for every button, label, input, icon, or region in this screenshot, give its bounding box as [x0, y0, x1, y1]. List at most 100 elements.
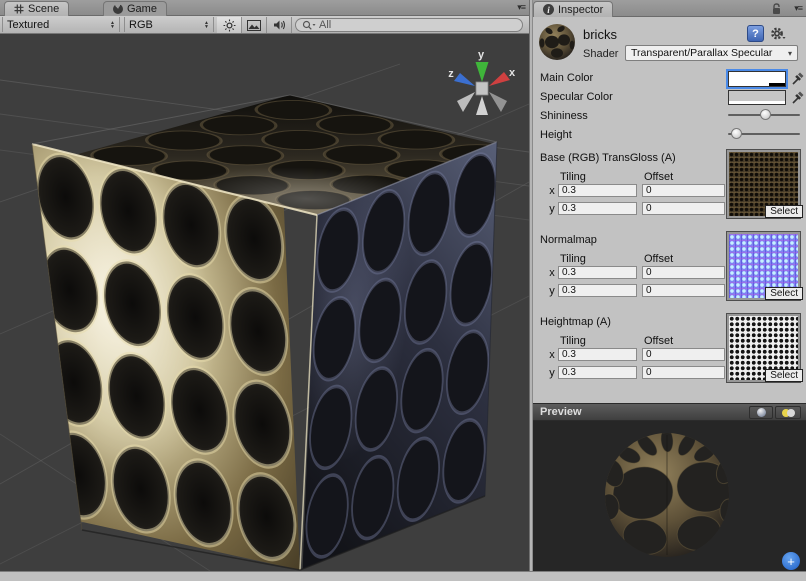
x-axis-label: x	[548, 185, 556, 197]
offset-header: Offset	[644, 171, 673, 183]
grid-icon	[14, 4, 24, 14]
offset-y-field[interactable]	[642, 284, 725, 297]
gizmo-y-axis[interactable]	[476, 62, 489, 82]
preview-shape-button[interactable]	[749, 406, 773, 419]
updown-arrows-icon: ▲▼	[104, 21, 115, 29]
scene-panel: Scene Game ▾≡ Textured ▲▼ RGB ▲▼	[0, 0, 529, 571]
sphere-preview-icon	[757, 408, 766, 417]
unity-editor-window: Scene Game ▾≡ Textured ▲▼ RGB ▲▼	[0, 0, 806, 581]
render-mode-value: Textured	[7, 19, 49, 31]
render-mode-dropdown[interactable]: Textured ▲▼	[2, 17, 120, 32]
help-icon[interactable]: ?	[747, 25, 764, 42]
height-label: Height	[540, 129, 572, 141]
tiling-x-field[interactable]	[558, 266, 637, 279]
y-axis-label: y	[548, 203, 556, 215]
gizmo-z-label: z	[448, 68, 454, 80]
gear-icon[interactable]	[769, 25, 786, 42]
material-preview-area[interactable]: +	[533, 421, 806, 571]
search-icon	[302, 20, 316, 31]
tiling-x-field[interactable]	[558, 184, 637, 197]
scene-tabbar: Scene Game ▾≡	[0, 0, 529, 16]
cube-object[interactable]	[6, 95, 529, 571]
tiling-y-field[interactable]	[558, 284, 637, 297]
scene-audio-toggle[interactable]	[267, 17, 292, 33]
color-channel-dropdown[interactable]: RGB ▲▼	[124, 17, 214, 32]
game-icon	[113, 4, 123, 14]
scene-lighting-toggle[interactable]	[217, 17, 242, 33]
tab-inspector-label: Inspector	[558, 4, 603, 16]
shader-dropdown[interactable]: Transparent/Parallax Specular ▾	[625, 45, 798, 61]
shader-label: Shader	[583, 48, 618, 60]
shininess-label: Shininess	[540, 110, 588, 122]
gizmo-x-axis[interactable]	[489, 72, 510, 86]
eyedropper-icon[interactable]	[791, 90, 805, 106]
status-strip	[0, 571, 806, 581]
texture-section-base: Base (RGB) TransGloss (A) Tiling Offset …	[533, 148, 806, 232]
select-texture-button[interactable]: Select	[765, 369, 803, 382]
preview-header[interactable]: Preview	[533, 403, 806, 421]
offset-y-field[interactable]	[642, 202, 725, 215]
inspector-tabbar: i Inspector ▾≡	[533, 0, 806, 17]
lit-preview-icon	[787, 409, 795, 417]
main-color-swatch[interactable]	[728, 71, 786, 87]
offset-x-field[interactable]	[642, 184, 725, 197]
specular-color-swatch[interactable]	[728, 90, 786, 105]
texture-section-normalmap: Normalmap Tiling Offset x y Select	[533, 230, 806, 314]
scene-toolbar: Textured ▲▼ RGB ▲▼	[0, 16, 529, 34]
offset-header: Offset	[644, 253, 673, 265]
material-sphere-thumbnail[interactable]	[537, 22, 577, 62]
texture-section-title: Base (RGB) TransGloss (A)	[540, 152, 676, 164]
add-icon[interactable]: +	[782, 552, 800, 570]
preview-lighting-button[interactable]	[775, 406, 801, 419]
panel-menu-icon[interactable]: ▾≡	[794, 4, 802, 13]
scene-effects-toggle[interactable]	[242, 17, 267, 33]
tiling-x-field[interactable]	[558, 348, 637, 361]
eyedropper-icon[interactable]	[791, 71, 805, 87]
select-texture-button[interactable]: Select	[765, 205, 803, 218]
lock-icon[interactable]	[771, 3, 782, 15]
texture-section-title: Heightmap (A)	[540, 316, 611, 328]
color-channel-value: RGB	[129, 19, 153, 31]
gizmo-z-axis[interactable]	[454, 73, 475, 86]
height-slider[interactable]	[728, 127, 800, 141]
main-color-label: Main Color	[540, 72, 593, 84]
y-axis-label: y	[548, 367, 556, 379]
scene-orientation-gizmo[interactable]: y x z	[448, 49, 516, 115]
slider-knob[interactable]	[760, 109, 771, 120]
tiling-header: Tiling	[560, 171, 586, 183]
gizmo-x-label: x	[509, 67, 516, 79]
tiling-y-field[interactable]	[558, 202, 637, 215]
preview-sphere	[533, 421, 806, 571]
y-axis-label: y	[548, 285, 556, 297]
material-name: bricks	[583, 27, 617, 42]
offset-header: Offset	[644, 335, 673, 347]
tab-scene[interactable]: Scene	[4, 1, 69, 16]
x-axis-label: x	[548, 267, 556, 279]
offset-x-field[interactable]	[642, 348, 725, 361]
offset-x-field[interactable]	[642, 266, 725, 279]
scene-viewport[interactable]: y x z	[0, 34, 529, 571]
select-texture-button[interactable]: Select	[765, 287, 803, 300]
tab-inspector[interactable]: i Inspector	[533, 1, 613, 17]
tab-game[interactable]: Game	[103, 1, 167, 16]
scene-3d-view: y x z	[0, 34, 529, 571]
info-icon: i	[543, 4, 554, 15]
tab-scene-label: Scene	[28, 3, 59, 15]
shininess-slider[interactable]	[728, 108, 800, 122]
offset-y-field[interactable]	[642, 366, 725, 379]
tiling-header: Tiling	[560, 335, 586, 347]
gizmo-y-label: y	[478, 49, 485, 61]
inspector-panel: i Inspector ▾≡ bricks Shader	[533, 0, 806, 571]
scene-search-field[interactable]	[295, 18, 523, 32]
tiling-header: Tiling	[560, 253, 586, 265]
texture-section-title: Normalmap	[540, 234, 597, 246]
panel-menu-icon[interactable]: ▾≡	[517, 3, 525, 12]
image-icon	[247, 20, 261, 31]
slider-knob[interactable]	[731, 128, 742, 139]
alpha-bar	[729, 83, 785, 86]
chevron-down-icon: ▾	[788, 49, 792, 58]
search-input[interactable]	[319, 19, 489, 31]
alpha-bar	[729, 101, 785, 104]
tiling-y-field[interactable]	[558, 366, 637, 379]
specular-color-label: Specular Color	[540, 91, 613, 103]
